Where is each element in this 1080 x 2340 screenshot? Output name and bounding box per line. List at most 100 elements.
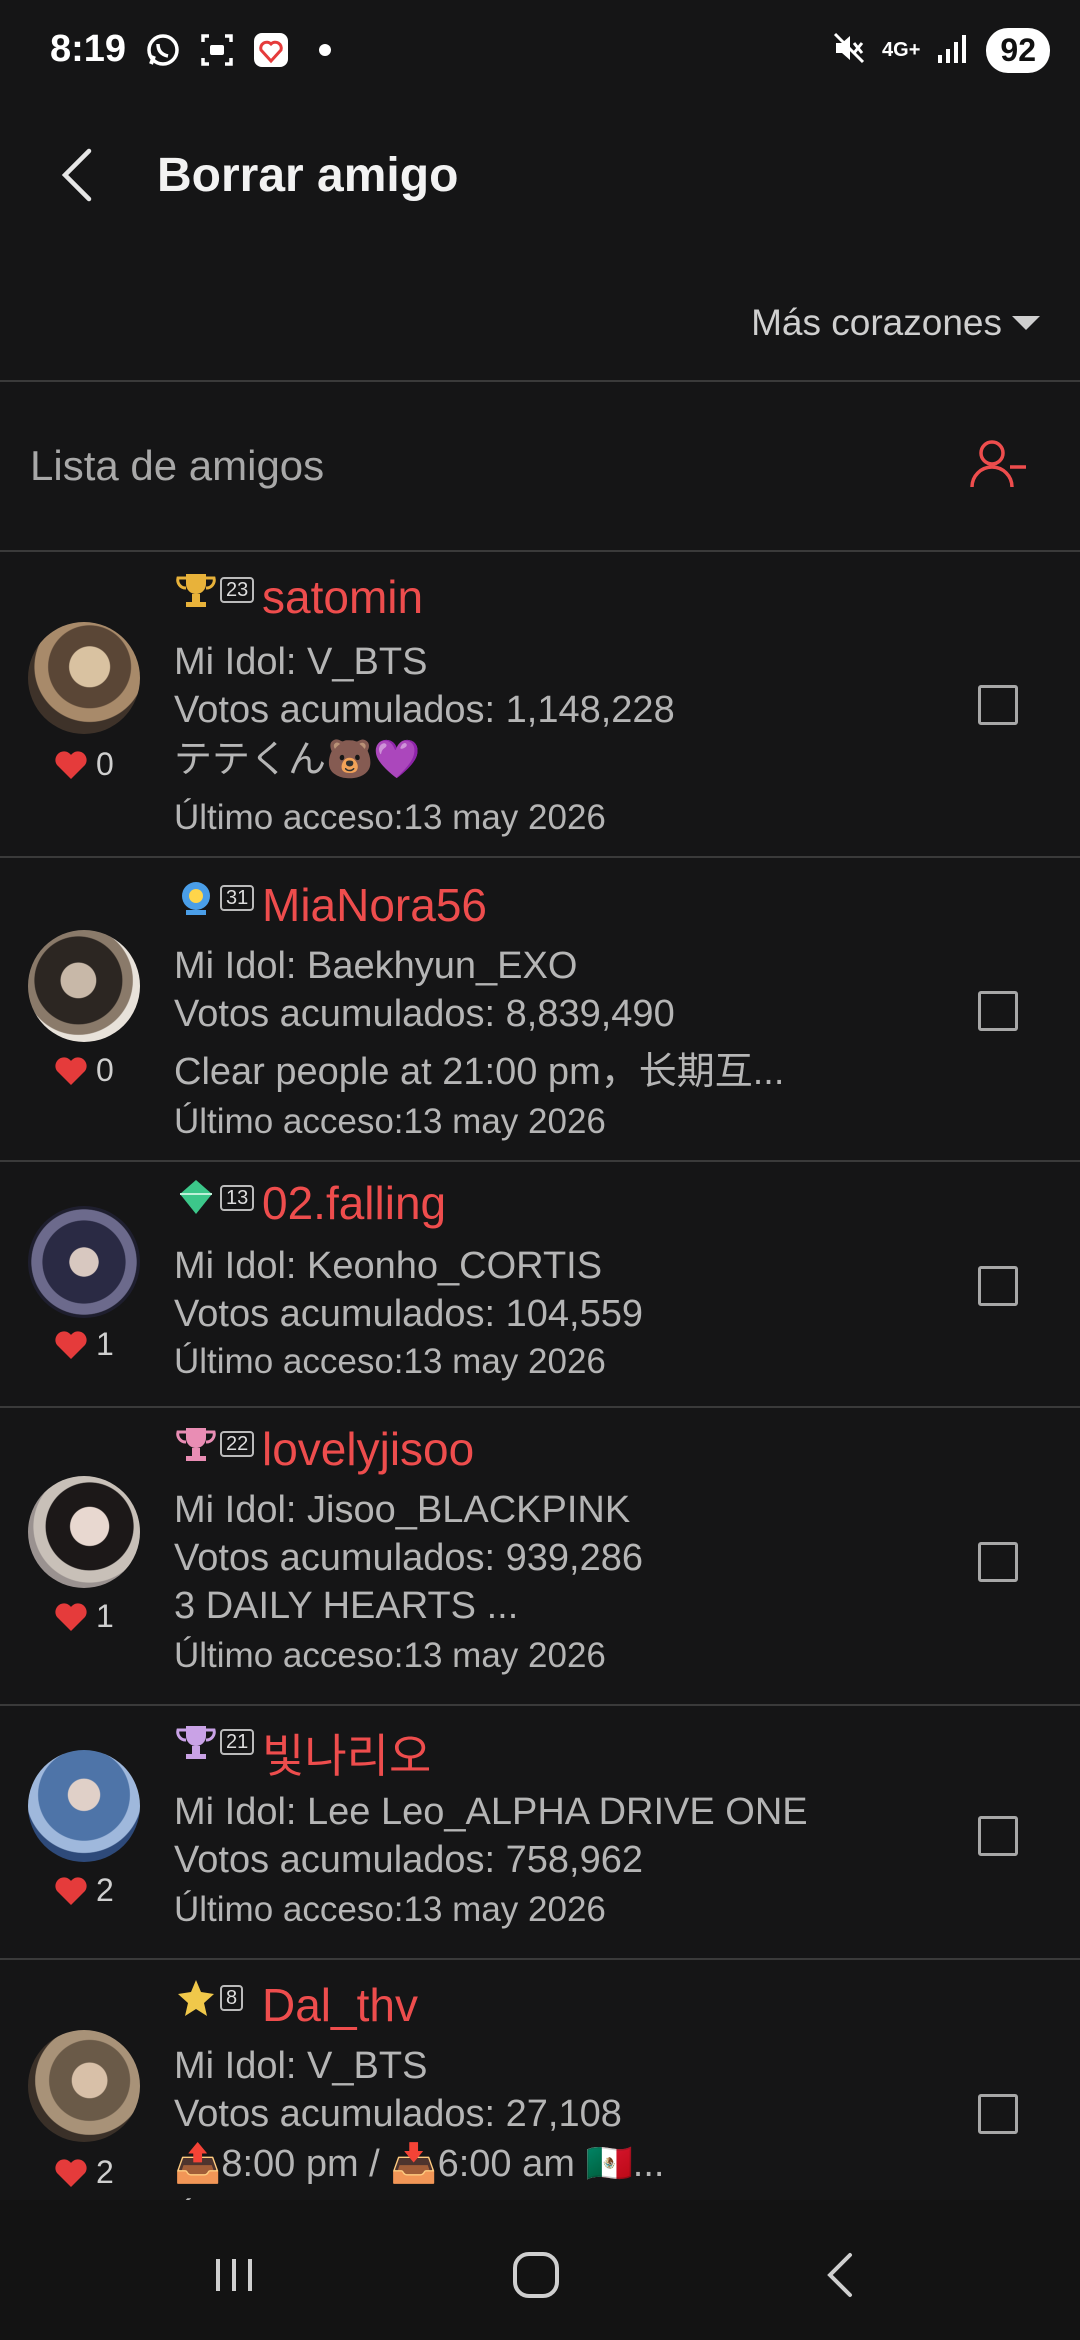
- friend-username[interactable]: 빛나리오: [262, 1720, 431, 1786]
- heart-count-value: 2: [96, 2154, 114, 2190]
- network-type: 4G+: [882, 39, 921, 61]
- heart-count: 0: [54, 746, 114, 783]
- nav-back-button[interactable]: [812, 2245, 872, 2305]
- user-minus-icon: [970, 440, 1026, 488]
- heart-icon: [55, 1876, 87, 1905]
- avatar[interactable]: [28, 1750, 140, 1862]
- crest-icon: [182, 882, 210, 915]
- friend-username[interactable]: 02.falling: [262, 1176, 446, 1230]
- sort-bar: Más corazones: [0, 280, 1080, 382]
- friend-status: Clear people at 21:00 pm，长期互...: [174, 1051, 785, 1093]
- level-number: 31: [220, 885, 255, 911]
- home-button[interactable]: [506, 2245, 566, 2305]
- heart-count-value: 0: [96, 1052, 114, 1088]
- select-checkbox[interactable]: [978, 991, 1018, 1031]
- avatar[interactable]: [28, 622, 140, 734]
- level-number: 21: [220, 1729, 255, 1755]
- friend-list[interactable]: 0 23 satomin Mi Idol: V_BTS Votos acumul…: [0, 552, 1080, 2202]
- screenshot-icon: [197, 30, 237, 70]
- level-badge: 8: [174, 1978, 244, 2018]
- heart-icon: [55, 1330, 87, 1359]
- avatar[interactable]: [28, 930, 140, 1042]
- heart-count-value: 0: [96, 746, 114, 782]
- home-icon: [513, 2252, 559, 2298]
- heart-icon: [55, 2158, 87, 2187]
- friend-status: 📤8:00 pm / 📥6:00 am 🇲🇽...: [174, 2143, 665, 2185]
- friend-row[interactable]: 0 31 MiaNora56 Mi Idol: Baekhyun_EXO Vot…: [0, 858, 1080, 1162]
- system-nav-bar: [0, 2200, 1080, 2340]
- friend-row[interactable]: 1 13 02.falling Mi Idol: Keonho_CORTIS V…: [0, 1162, 1080, 1408]
- back-arrow-icon: [61, 148, 92, 202]
- battery-indicator: 92: [986, 28, 1050, 73]
- friend-username[interactable]: MiaNora56: [262, 878, 487, 932]
- select-checkbox[interactable]: [978, 2094, 1018, 2134]
- select-checkbox[interactable]: [978, 1266, 1018, 1306]
- heart-icon: [55, 1056, 87, 1085]
- friend-list-label: Lista de amigos: [30, 442, 325, 489]
- avatar[interactable]: [28, 2030, 140, 2142]
- heart-count-value: 1: [96, 1598, 114, 1634]
- friend-username[interactable]: Dal_thv: [262, 1978, 418, 2032]
- friend-last-access: Último acceso:13 may 2026: [174, 1636, 606, 1675]
- level-badge: 22: [174, 1424, 255, 1464]
- friend-last-access: Último acceso:13 may 2026: [174, 798, 606, 837]
- level-badge: 21: [174, 1722, 255, 1762]
- level-badge: 31: [174, 878, 255, 918]
- trophy-icon: [176, 1428, 216, 1461]
- notification-dot: [319, 44, 331, 56]
- friend-idol: Mi Idol: Jisoo_BLACKPINK: [174, 1489, 631, 1531]
- friend-username[interactable]: satomin: [262, 570, 423, 624]
- heart-count: 1: [54, 1598, 114, 1635]
- friend-status: 3 DAILY HEARTS ...: [174, 1585, 519, 1627]
- friend-row[interactable]: 1 22 lovelyjisoo Mi Idol: Jisoo_BLACKPIN…: [0, 1408, 1080, 1706]
- friend-votes: Votos acumulados: 27,108: [174, 2093, 622, 2135]
- caret-down-icon[interactable]: [1012, 316, 1040, 330]
- friend-status: テテくん🐻💜: [174, 739, 421, 781]
- gem-icon: [180, 1180, 212, 1214]
- friend-username[interactable]: lovelyjisoo: [262, 1422, 474, 1476]
- status-time: 8:19: [50, 28, 127, 70]
- avatar[interactable]: [28, 1206, 140, 1318]
- level-number: 23: [220, 577, 255, 603]
- back-icon: [827, 2253, 852, 2297]
- app-bar: Borrar amigo: [0, 100, 1080, 260]
- friend-last-access: Último acceso:13 may 2026: [174, 1102, 606, 1141]
- select-checkbox[interactable]: [978, 1816, 1018, 1856]
- level-badge: 23: [174, 570, 255, 610]
- friend-row[interactable]: 0 23 satomin Mi Idol: V_BTS Votos acumul…: [0, 552, 1080, 858]
- remove-friend-button[interactable]: [968, 435, 1028, 495]
- app-notification-icon: [251, 30, 291, 70]
- heart-count-value: 2: [96, 1872, 114, 1908]
- signal-icon: [936, 33, 970, 68]
- sort-dropdown[interactable]: Más corazones: [751, 302, 1002, 344]
- friend-row[interactable]: 2 21 빛나리오 Mi Idol: Lee Leo_ALPHA DRIVE O…: [0, 1706, 1080, 1960]
- friend-votes: Votos acumulados: 1,148,228: [174, 689, 675, 731]
- select-checkbox[interactable]: [978, 1542, 1018, 1582]
- friend-idol: Mi Idol: V_BTS: [174, 2045, 428, 2087]
- recent-apps-button[interactable]: [204, 2245, 264, 2305]
- friend-votes: Votos acumulados: 758,962: [174, 1839, 644, 1881]
- back-button[interactable]: [55, 145, 105, 205]
- friend-votes: Votos acumulados: 104,559: [174, 1293, 644, 1335]
- friend-idol: Mi Idol: Keonho_CORTIS: [174, 1245, 603, 1287]
- status-right-icons: 4G+ 92: [832, 28, 1050, 73]
- friend-votes: Votos acumulados: 939,286: [174, 1537, 644, 1579]
- heart-count-value: 1: [96, 1326, 114, 1362]
- friend-idol: Mi Idol: Baekhyun_EXO: [174, 945, 578, 987]
- level-number: 8: [220, 1985, 244, 2011]
- heart-icon: [55, 750, 87, 779]
- whatsapp-icon: [143, 30, 183, 70]
- page-title: Borrar amigo: [157, 149, 459, 202]
- friend-last-access: Último acceso:13 may 2026: [174, 1890, 606, 1929]
- heart-count: 2: [54, 2154, 114, 2191]
- select-checkbox[interactable]: [978, 685, 1018, 725]
- trophy-icon: [176, 574, 216, 607]
- friend-last-access: Último acceso:13 may 2026: [174, 1342, 606, 1381]
- friend-list-header: Lista de amigos: [0, 380, 1080, 552]
- friend-row[interactable]: 2 8 Dal_thv Mi Idol: V_BTS Votos acumula…: [0, 1960, 1080, 2202]
- mute-icon: [832, 31, 866, 70]
- friend-idol: Mi Idol: Lee Leo_ALPHA DRIVE ONE: [174, 1791, 808, 1833]
- avatar[interactable]: [28, 1476, 140, 1588]
- friend-idol: Mi Idol: V_BTS: [174, 641, 428, 683]
- heart-count: 2: [54, 1872, 114, 1909]
